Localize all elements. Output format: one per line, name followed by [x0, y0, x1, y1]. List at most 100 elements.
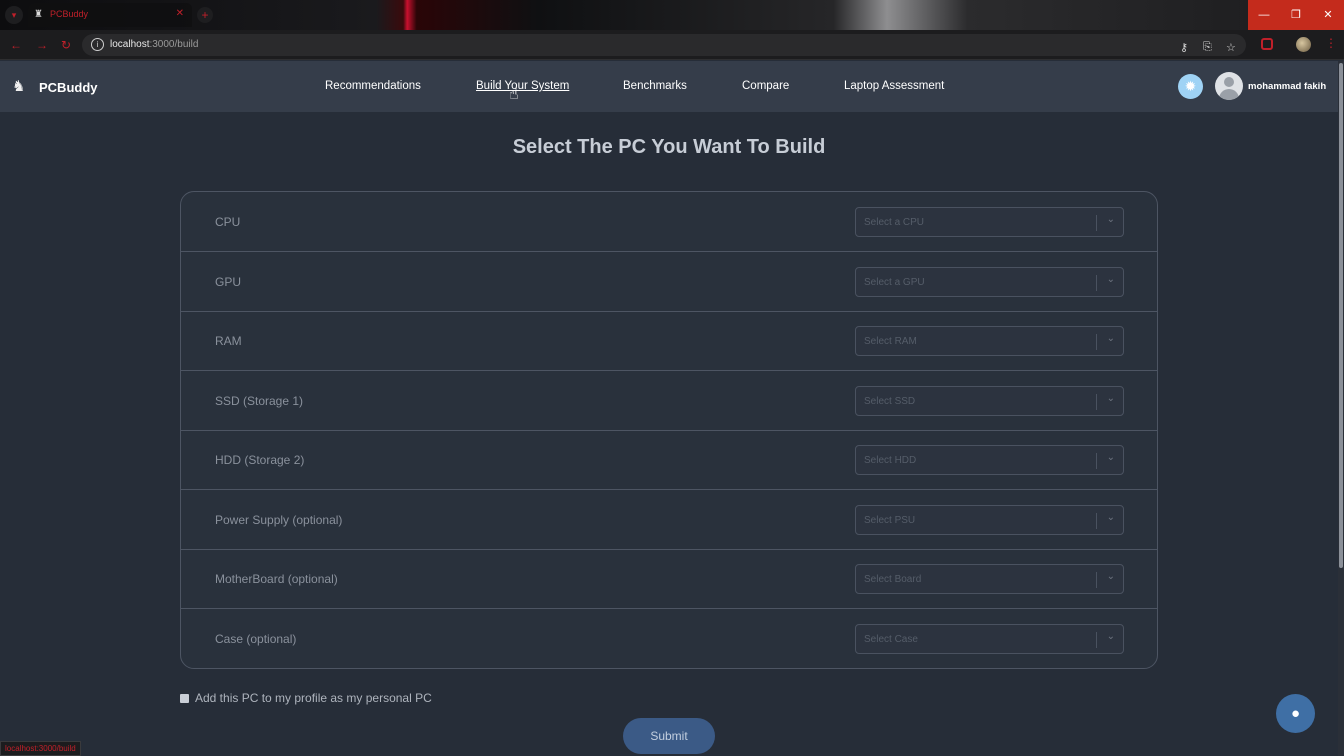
theme-toggle-button[interactable]: ✹: [1178, 74, 1203, 99]
minimize-button[interactable]: —: [1248, 0, 1280, 30]
chevron-down-icon[interactable]: ⌄: [1107, 214, 1115, 225]
part-row-hdd: HDD (Storage 2) Select HDD ⌄: [181, 430, 1157, 490]
hdd-select[interactable]: Select HDD ⌄: [855, 445, 1124, 475]
cpu-select[interactable]: Select a CPU ⌄: [855, 207, 1124, 237]
motherboard-select[interactable]: Select Board ⌄: [855, 564, 1124, 594]
chevron-down-icon[interactable]: ⌄: [1107, 274, 1115, 285]
avatar[interactable]: [1215, 72, 1243, 100]
select-separator: [1096, 453, 1097, 469]
part-label: Case (optional): [215, 632, 297, 646]
submit-button[interactable]: Submit: [623, 718, 715, 754]
nav-build-your-system[interactable]: Build Your System: [476, 80, 569, 92]
select-separator: [1096, 334, 1097, 350]
browser-profile-icon[interactable]: [1296, 37, 1311, 52]
ram-select[interactable]: Select RAM ⌄: [855, 326, 1124, 356]
part-row-psu: Power Supply (optional) Select PSU ⌄: [181, 490, 1157, 550]
nav-recommendations[interactable]: Recommendations: [325, 80, 421, 92]
key-icon[interactable]: ⚷: [1180, 41, 1188, 54]
part-label: CPU: [215, 215, 241, 229]
gpu-select[interactable]: Select a GPU ⌄: [855, 267, 1124, 297]
new-tab-button[interactable]: +: [197, 7, 213, 23]
browser-tab[interactable]: ♜ PCBuddy ✕: [28, 3, 192, 27]
reload-icon[interactable]: ↻: [61, 38, 71, 52]
select-placeholder: Select Case: [864, 634, 918, 645]
url-text[interactable]: localhost:3000/build: [110, 39, 198, 50]
select-placeholder: Select a GPU: [864, 277, 925, 288]
browser-tab-bar: ▾ ♜ PCBuddy ✕ + — ❐ ✕: [0, 0, 1344, 30]
address-bar[interactable]: i localhost:3000/build ⚷ ⎘ ☆: [82, 34, 1246, 56]
personal-pc-label[interactable]: Add this PC to my profile as my personal…: [195, 691, 432, 705]
status-bar-url: localhost:3000/build: [0, 741, 81, 756]
part-label: MotherBoard (optional): [215, 572, 338, 586]
url-path: :3000/build: [149, 39, 199, 50]
part-label: HDD (Storage 2): [215, 453, 305, 467]
page-scrollbar[interactable]: [1338, 61, 1344, 756]
chevron-down-icon[interactable]: ⌄: [1107, 571, 1115, 582]
gear-sun-icon: ✹: [1184, 78, 1197, 94]
chat-bubble-icon: ●: [1290, 705, 1301, 722]
forward-icon[interactable]: →: [36, 38, 48, 52]
tab-favicon-icon: ♜: [34, 9, 43, 20]
part-row-ssd: SSD (Storage 1) Select SSD ⌄: [181, 371, 1157, 431]
window-controls: — ❐ ✕: [1248, 0, 1344, 30]
select-placeholder: Select RAM: [864, 336, 917, 347]
part-row-case: Case (optional) Select Case ⌄: [181, 609, 1157, 669]
tab-search-icon[interactable]: ▾: [5, 6, 23, 24]
part-label: RAM: [215, 334, 242, 348]
brand-name: PCBuddy: [39, 79, 98, 95]
part-row-cpu: CPU Select a CPU ⌄: [181, 192, 1157, 252]
browser-menu-icon[interactable]: ⋮: [1325, 36, 1337, 50]
personal-pc-option[interactable]: Add this PC to my profile as my personal…: [180, 691, 432, 705]
chevron-down-icon[interactable]: ⌄: [1107, 452, 1115, 463]
install-app-icon[interactable]: ⎘: [1203, 41, 1212, 54]
hand-cursor-icon: ☝: [509, 86, 519, 103]
case-select[interactable]: Select Case ⌄: [855, 624, 1124, 654]
url-host: localhost: [110, 39, 150, 50]
select-separator: [1096, 215, 1097, 231]
part-label: Power Supply (optional): [215, 513, 343, 527]
select-placeholder: Select a CPU: [864, 217, 925, 228]
part-label: SSD (Storage 1): [215, 394, 304, 408]
bookmark-star-icon[interactable]: ☆: [1226, 41, 1236, 54]
back-icon[interactable]: ←: [10, 38, 22, 52]
nav-compare[interactable]: Compare: [742, 80, 789, 92]
site-info-icon[interactable]: i: [91, 38, 104, 51]
page-title: Select The PC You Want To Build: [512, 136, 826, 158]
avatar-head: [1224, 77, 1234, 87]
select-placeholder: Select SSD: [864, 396, 916, 407]
pc-user-icon: ♞: [12, 78, 26, 95]
browser-toolbar: ← → ↻ i localhost:3000/build ⚷ ⎘ ☆ ⋮: [0, 30, 1344, 60]
select-separator: [1096, 275, 1097, 291]
tab-close-icon[interactable]: ✕: [176, 8, 184, 19]
avatar-body: [1219, 89, 1239, 100]
restore-button[interactable]: ❐: [1280, 0, 1312, 30]
select-placeholder: Select PSU: [864, 515, 916, 526]
select-separator: [1096, 394, 1097, 410]
psu-select[interactable]: Select PSU ⌄: [855, 505, 1124, 535]
close-window-button[interactable]: ✕: [1312, 0, 1344, 30]
nav-benchmarks[interactable]: Benchmarks: [623, 80, 687, 92]
scrollbar-thumb[interactable]: [1339, 63, 1343, 568]
app-header: ♞ PCBuddy Recommendations Build Your Sys…: [0, 61, 1338, 112]
part-row-gpu: GPU Select a GPU ⌄: [181, 252, 1157, 312]
chevron-down-icon[interactable]: ⌄: [1107, 393, 1115, 404]
select-placeholder: Select Board: [864, 574, 922, 585]
chat-button[interactable]: ●: [1276, 694, 1315, 733]
extension-icon[interactable]: [1261, 38, 1273, 50]
chevron-down-icon[interactable]: ⌄: [1107, 512, 1115, 523]
brand-logo[interactable]: ♞ PCBuddy: [12, 77, 98, 97]
tab-title: PCBuddy: [50, 9, 89, 19]
chevron-down-icon[interactable]: ⌄: [1107, 333, 1115, 344]
ssd-select[interactable]: Select SSD ⌄: [855, 386, 1124, 416]
part-row-ram: RAM Select RAM ⌄: [181, 311, 1157, 371]
username[interactable]: mohammad fakih: [1248, 81, 1326, 92]
select-separator: [1096, 572, 1097, 588]
personal-pc-checkbox[interactable]: [180, 693, 189, 703]
nav-laptop-assessment[interactable]: Laptop Assessment: [844, 80, 944, 92]
build-form: CPU Select a CPU ⌄ GPU Select a GPU ⌄ RA…: [180, 191, 1158, 669]
chevron-down-icon[interactable]: ⌄: [1107, 631, 1115, 642]
select-separator: [1096, 513, 1097, 529]
part-row-motherboard: MotherBoard (optional) Select Board ⌄: [181, 549, 1157, 609]
select-placeholder: Select HDD: [864, 455, 917, 466]
select-separator: [1096, 632, 1097, 648]
